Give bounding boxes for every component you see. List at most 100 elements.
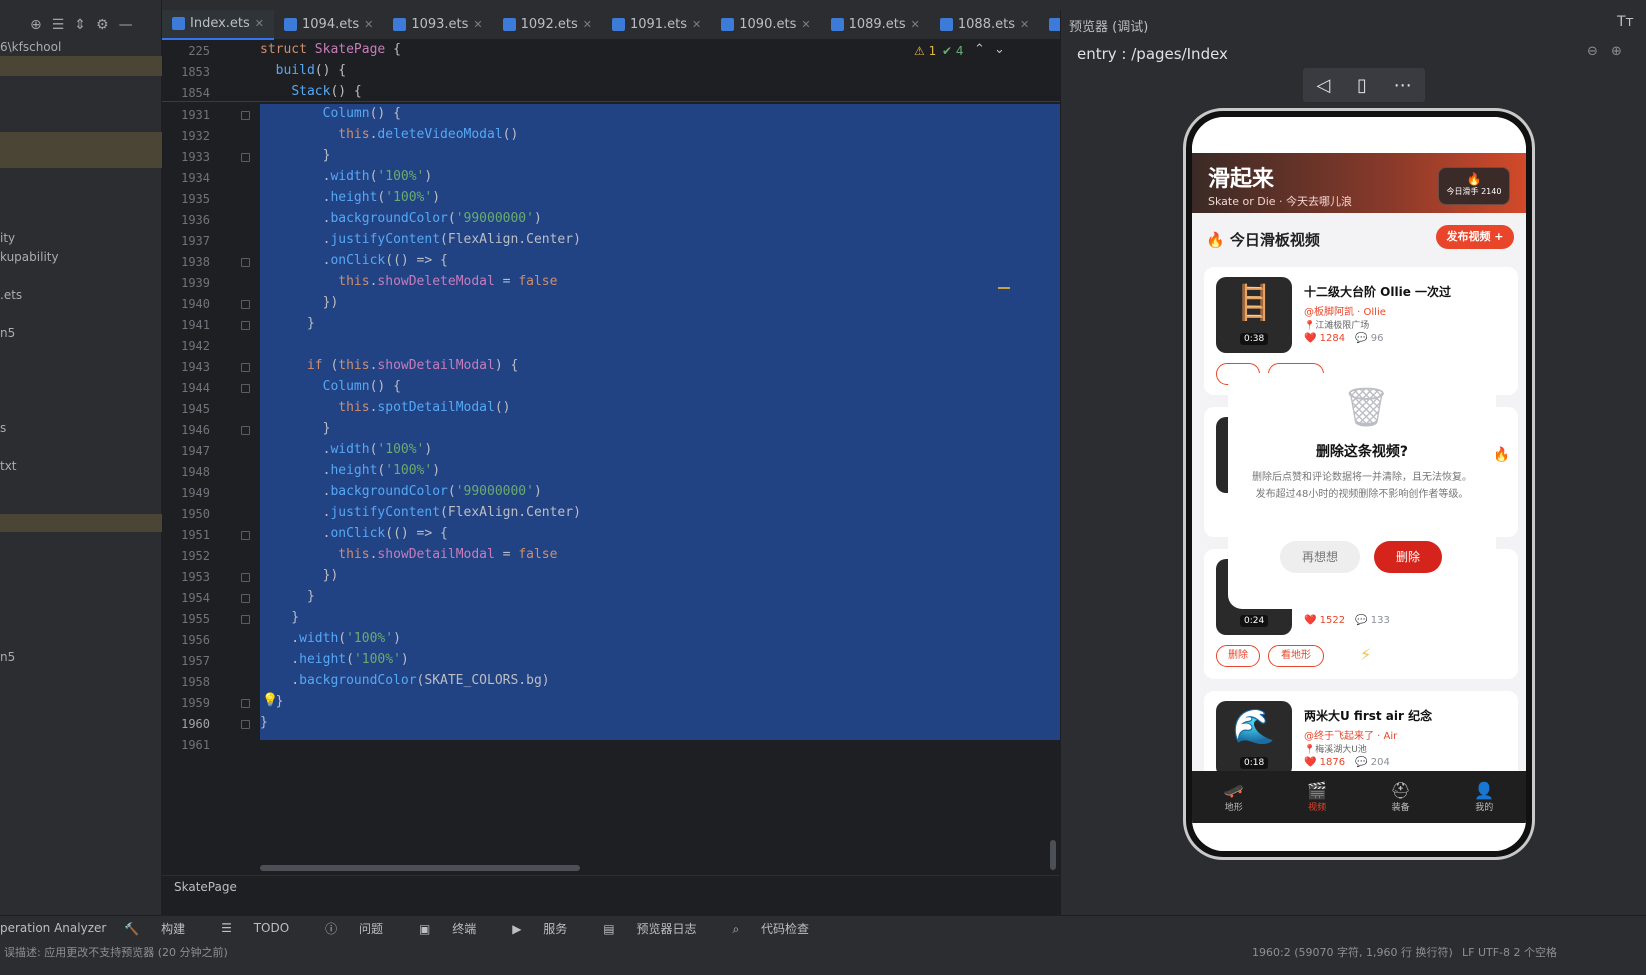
fold-marker[interactable]	[241, 594, 250, 603]
tool-previewer-log[interactable]: ▤ 预览器日志	[603, 920, 714, 937]
code-line[interactable]: this.showDetailModal = false	[260, 547, 557, 562]
code-line[interactable]: }	[260, 610, 299, 625]
code-line[interactable]: .width('100%')	[260, 631, 401, 646]
tab-file[interactable]: 1092.ets ✕	[493, 10, 602, 40]
code-line[interactable]: .height('100%')	[260, 190, 440, 205]
tool-analyzer[interactable]: peration Analyzer	[0, 921, 106, 935]
status-message[interactable]: 误描述: 应用更改不支持预览器 (20 分钟之前)	[4, 944, 228, 960]
code-line[interactable]: .justifyContent(FlexAlign.Center)	[260, 505, 581, 520]
close-icon[interactable]: ✕	[473, 18, 482, 31]
close-icon[interactable]: ✕	[364, 18, 373, 31]
gear-icon[interactable]: ⚙	[96, 17, 109, 33]
tool-build[interactable]: 🔨 构建	[124, 920, 203, 937]
code-line[interactable]: struct SkatePage {	[260, 42, 401, 57]
tool-terminal[interactable]: ▣ 终端	[419, 920, 494, 937]
video-author[interactable]: @终于飞起来了 · Air	[1304, 727, 1397, 742]
fold-marker[interactable]	[241, 573, 250, 582]
target-icon[interactable]: ⊕	[30, 17, 42, 33]
tree-item[interactable]: s	[0, 421, 6, 435]
nav-item-gear[interactable]: ⛑ 装备	[1391, 781, 1411, 813]
fold-marker[interactable]	[241, 153, 250, 162]
code-line[interactable]: }	[260, 589, 315, 604]
code-line[interactable]: this.showDeleteModal = false	[260, 274, 557, 289]
code-line[interactable]: .justifyContent(FlexAlign.Center)	[260, 232, 581, 247]
tab-file[interactable]: 1093.ets ✕	[383, 10, 492, 40]
back-icon[interactable]: ◁	[1316, 75, 1330, 96]
close-icon[interactable]: ✕	[911, 18, 920, 31]
rotate-icon[interactable]: ▯	[1357, 75, 1367, 96]
fold-marker[interactable]	[241, 300, 250, 309]
fold-marker[interactable]	[241, 321, 250, 330]
code-line[interactable]: build() {	[260, 63, 346, 78]
minimize-icon[interactable]: —	[119, 17, 133, 33]
fold-marker[interactable]	[241, 111, 250, 120]
tab-file[interactable]: 1088.ets ✕	[930, 10, 1039, 40]
zoom-out-icon[interactable]: ⊖	[1587, 44, 1598, 59]
tab-file[interactable]: 1090.ets ✕	[711, 10, 820, 40]
code-line[interactable]: .backgroundColor('99000000')	[260, 484, 542, 499]
code-line[interactable]: Column() {	[260, 106, 401, 121]
encoding-info[interactable]: LF UTF-8 2 个空格	[1462, 944, 1642, 960]
text-size-icon[interactable]: Tт	[1617, 14, 1634, 30]
fold-marker[interactable]	[241, 426, 250, 435]
cancel-button[interactable]: 再想想	[1280, 541, 1360, 573]
vertical-scrollbar[interactable]	[1050, 840, 1056, 870]
tree-item[interactable]: ity	[0, 231, 15, 245]
close-icon[interactable]: ✕	[583, 18, 592, 31]
tree-item[interactable]: txt	[0, 459, 17, 473]
tree-item[interactable]: 6\kfschool	[0, 40, 61, 54]
video-thumbnail[interactable]: 🪜 0:38	[1216, 277, 1292, 353]
nav-item-video[interactable]: 🎬 视频	[1307, 781, 1327, 813]
code-line[interactable]: .height('100%')	[260, 652, 408, 667]
code-line[interactable]: .height('100%')	[260, 463, 440, 478]
nav-item-terrain[interactable]: 🛹 地形	[1224, 781, 1244, 813]
code-line[interactable]: if (this.showDetailModal) {	[260, 358, 518, 373]
warning-indicator[interactable]: ⚠ 1	[914, 44, 936, 58]
code-line[interactable]: .width('100%')	[260, 442, 433, 457]
code-line[interactable]: Stack() {	[260, 84, 361, 99]
tool-code-check[interactable]: ⌕ 代码检查	[732, 920, 827, 937]
cursor-position[interactable]: 1960:2 (59070 字符, 1,960 行 换行符)	[1252, 944, 1453, 960]
code-line[interactable]: .onClick(() => {	[260, 526, 448, 541]
video-thumbnail[interactable]: 🌊 0:18	[1216, 701, 1292, 777]
confirm-delete-button[interactable]: 删除	[1374, 541, 1442, 573]
tree-item[interactable]: .ets	[0, 288, 22, 302]
close-icon[interactable]: ✕	[255, 17, 264, 30]
code-line[interactable]: this.spotDetailModal()	[260, 400, 510, 415]
tab-file[interactable]: 1091.ets ✕	[602, 10, 711, 40]
code-line[interactable]: }	[260, 148, 331, 163]
zoom-in-icon[interactable]: ⊕	[1611, 44, 1622, 59]
fold-marker[interactable]	[241, 258, 250, 267]
tool-services[interactable]: ▶ 服务	[512, 920, 585, 937]
tab-index[interactable]: Index.ets ✕	[162, 9, 275, 40]
lightbulb-icon[interactable]: 💡	[262, 693, 278, 708]
code-line[interactable]: .width('100%')	[260, 169, 433, 184]
code-line[interactable]: this.deleteVideoModal()	[260, 127, 518, 142]
fold-marker[interactable]	[241, 615, 250, 624]
tab-file[interactable]: 1089.ets ✕	[821, 10, 930, 40]
code-line[interactable]: Column() {	[260, 379, 401, 394]
expand-icon[interactable]: ⇕	[74, 17, 86, 33]
video-author[interactable]: @板脚阿凯 · Ollie	[1304, 303, 1386, 318]
check-indicator[interactable]: ✔ 4	[942, 44, 964, 58]
close-icon[interactable]: ✕	[801, 18, 810, 31]
chevron-down-icon[interactable]: ⌄	[994, 42, 1005, 57]
code-line[interactable]: }	[260, 316, 315, 331]
breadcrumb[interactable]: SkatePage	[162, 875, 1060, 897]
fold-marker[interactable]	[241, 720, 250, 729]
tree-item[interactable]: kupability	[0, 250, 59, 264]
code-line[interactable]: .onClick(() => {	[260, 253, 448, 268]
tool-problems[interactable]: ⓘ 问题	[325, 920, 401, 937]
code-line[interactable]: })	[260, 568, 339, 583]
fold-marker[interactable]	[241, 363, 250, 372]
code-line[interactable]: .backgroundColor('99000000')	[260, 211, 542, 226]
publish-video-button[interactable]: 发布视频 +	[1436, 225, 1514, 249]
delete-pill-button[interactable]: 删除	[1216, 645, 1260, 667]
nav-item-profile[interactable]: 👤 我的	[1474, 781, 1494, 813]
tool-todo[interactable]: ☰ TODO	[221, 921, 307, 935]
code-line[interactable]: }	[260, 715, 268, 730]
close-icon[interactable]: ✕	[1020, 18, 1029, 31]
collapse-icon[interactable]: ☰	[52, 17, 65, 33]
horizontal-scrollbar[interactable]	[260, 865, 580, 871]
code-line[interactable]: }	[260, 421, 331, 436]
